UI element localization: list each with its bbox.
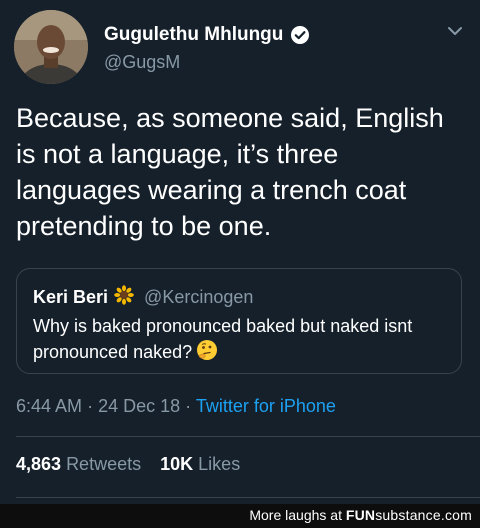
- engagement-stats: 4,863 Retweets 10K Likes: [16, 454, 240, 475]
- tweet-time: 6:44 AM: [16, 396, 83, 416]
- watermark-brand: FUNsubstance.com: [346, 507, 472, 523]
- avatar-photo: [14, 10, 88, 84]
- watermark-text: More laughs at FUNsubstance.com: [249, 507, 472, 523]
- likes-stat[interactable]: 10K Likes: [160, 454, 240, 474]
- watermark-brand-bold: FUN: [345, 507, 376, 523]
- watermark-footer: More laughs at FUNsubstance.com: [0, 504, 480, 528]
- watermark-brand-rest: substance.com: [375, 507, 472, 523]
- watermark-prefix: More laughs at: [249, 507, 342, 523]
- quoted-text: Why is baked pronounced baked but naked …: [33, 316, 413, 362]
- likes-count: 10K: [160, 454, 194, 474]
- tweet-date: 24 Dec 18: [98, 396, 181, 416]
- retweets-count: 4,863: [16, 454, 62, 474]
- retweets-label: Retweets: [66, 454, 142, 474]
- tweet-meta: 6:44 AM · 24 Dec 18 · Twitter for iPhone: [16, 396, 336, 417]
- verified-badge-icon: [290, 25, 310, 45]
- tweet-source-link[interactable]: Twitter for iPhone: [196, 396, 336, 416]
- avatar[interactable]: [14, 10, 88, 84]
- author-name-row[interactable]: Gugulethu Mhlungu: [104, 24, 310, 46]
- quoted-author-row: Keri Beri @Kercinogen: [33, 285, 253, 310]
- quoted-display-name: Keri Beri: [33, 287, 109, 307]
- author-handle[interactable]: @GugsM: [104, 52, 180, 73]
- likes-label: Likes: [198, 454, 241, 474]
- chevron-down-icon[interactable]: [446, 22, 464, 40]
- divider-top: [16, 436, 480, 437]
- quoted-text-block: Why is baked pronounced baked but naked …: [33, 313, 453, 368]
- author-display-name: Gugulethu Mhlungu: [104, 24, 284, 45]
- divider-bottom: [16, 497, 480, 498]
- sunflower-emoji-icon: [114, 285, 134, 310]
- quoted-handle: @Kercinogen: [144, 287, 254, 307]
- thinking-face-emoji-icon: [196, 339, 218, 368]
- tweet-text: Because, as someone said, English is not…: [16, 103, 444, 241]
- retweets-stat[interactable]: 4,863 Retweets: [16, 454, 141, 474]
- meta-separator: ·: [87, 396, 94, 416]
- quoted-tweet[interactable]: Keri Beri @Kercinogen Why is baked prono…: [16, 268, 462, 374]
- meta-separator-2: ·: [185, 396, 192, 416]
